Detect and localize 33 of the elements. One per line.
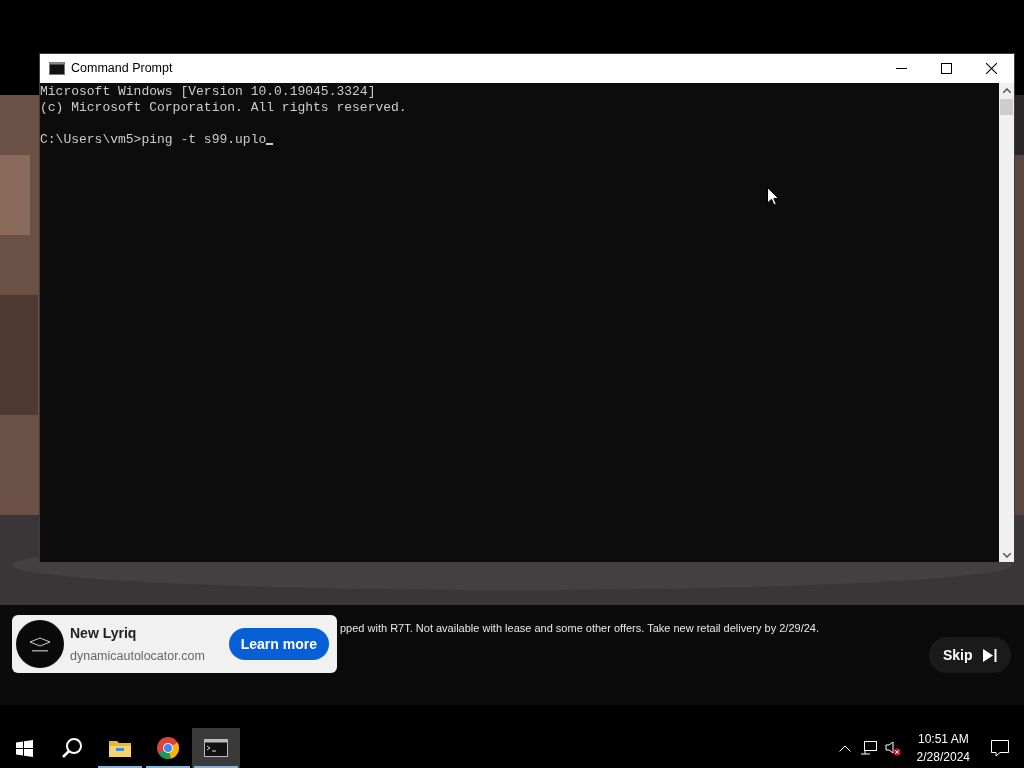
minimize-icon <box>896 68 907 69</box>
maximize-icon <box>941 63 952 74</box>
skip-icon <box>982 648 997 662</box>
terminal-icon <box>49 62 65 75</box>
network-icon <box>860 741 877 755</box>
logo-icon <box>16 620 64 668</box>
ad-title: New Lyriq <box>70 623 138 643</box>
taskbar-button[interactable] <box>192 728 240 768</box>
scroll-up-icon <box>1002 88 1011 93</box>
close-icon <box>986 63 997 74</box>
mouse-pointer-icon <box>767 187 779 206</box>
ad-disclaimer: pped with R7T. Not available with lease and some other offers. Take new retail delivery by 2/29/24. <box>340 621 819 636</box>
windows-icon <box>15 739 33 757</box>
console-line: C:\Users\vm5>ping -t s99.uplo <box>40 132 267 148</box>
scroll-thumb[interactable] <box>1000 99 1013 115</box>
ad-domain: dynamicautolocator.com <box>70 647 205 665</box>
notification-icon <box>991 739 1009 757</box>
clock-time: 10:51 AM <box>917 731 969 748</box>
browser-icon <box>156 736 180 760</box>
window-title: Command Prompt <box>71 60 173 78</box>
skip-button[interactable]: Skip <box>929 637 1011 673</box>
chevron-up-icon <box>838 744 851 752</box>
learn-more-button[interactable]: Learn more <box>228 628 329 660</box>
console-line: Microsoft Windows [Version 10.0.19045.3324] <box>40 84 377 100</box>
scroll-down-icon <box>1002 553 1011 558</box>
terminal-icon <box>204 739 228 757</box>
search-icon <box>61 737 83 759</box>
console-line: (c) Microsoft Corporation. All rights reserved. <box>40 100 408 116</box>
muted-speaker-icon <box>884 740 901 756</box>
text-cursor <box>266 143 274 145</box>
folder-icon <box>108 738 132 758</box>
clock-date: 2/28/2024 <box>916 749 970 766</box>
clock[interactable]: 10:51 AM 2/28/2024 <box>910 728 976 768</box>
